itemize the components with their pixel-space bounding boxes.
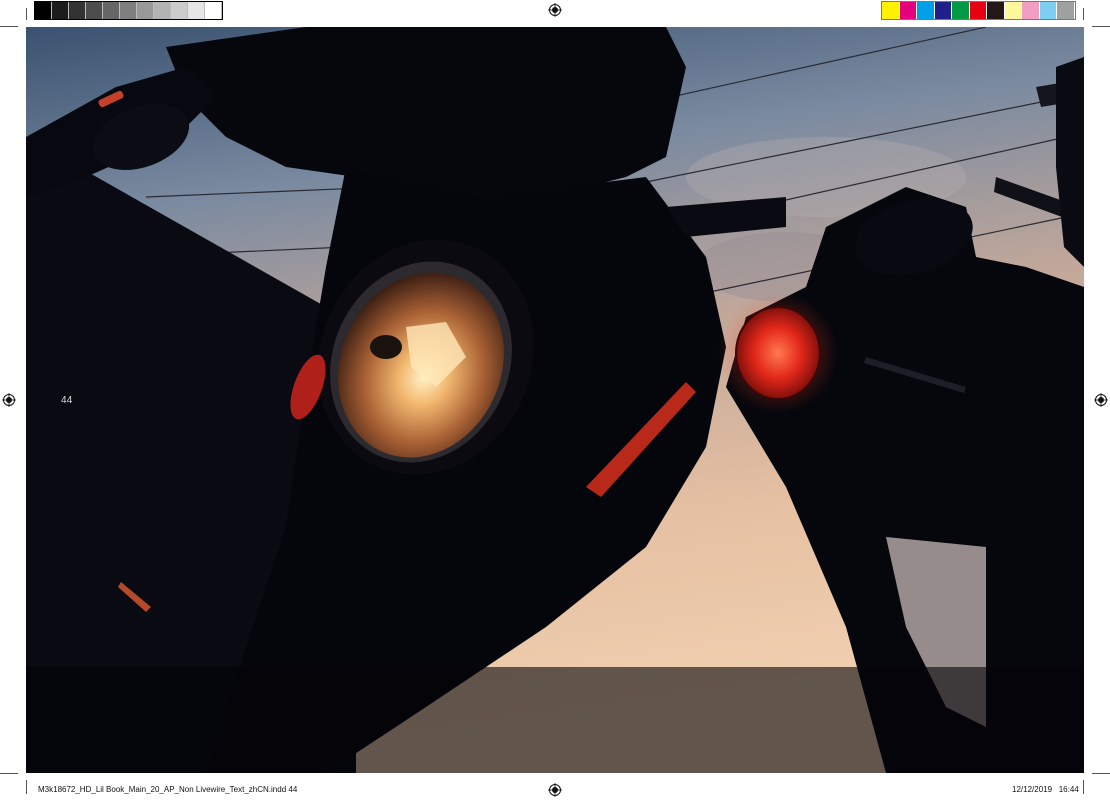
crop-mark	[1092, 26, 1110, 27]
color-swatch	[934, 2, 952, 19]
color-swatch	[917, 2, 935, 19]
color-swatch	[899, 2, 917, 19]
gray-swatch	[103, 2, 120, 19]
crop-mark	[0, 773, 18, 774]
gray-swatch	[35, 2, 52, 19]
color-swatch	[1039, 2, 1057, 19]
page-number: 44	[61, 395, 73, 406]
color-swatch	[1004, 2, 1022, 19]
gray-swatch	[52, 2, 69, 19]
color-swatch	[1022, 2, 1040, 19]
color-swatch	[882, 2, 900, 19]
gray-swatch	[188, 2, 205, 19]
gray-swatch	[137, 2, 154, 19]
crop-mark	[26, 8, 27, 20]
gray-swatch	[205, 2, 222, 19]
slug-file-info: M3k18672_HD_Lil Book_Main_20_AP_Non Live…	[38, 785, 298, 794]
registration-mark-left-icon	[2, 393, 16, 407]
crop-mark	[1083, 780, 1084, 794]
color-swatch	[969, 2, 987, 19]
slug-time: 16:44	[1058, 785, 1079, 794]
color-swatch	[952, 2, 970, 19]
gray-swatch	[154, 2, 171, 19]
crop-mark	[1092, 773, 1110, 774]
grayscale-color-bar	[34, 1, 223, 20]
crop-mark	[0, 26, 18, 27]
motorcycle-dusk-photo	[26, 27, 1084, 773]
gray-swatch	[171, 2, 188, 19]
crop-mark	[26, 780, 27, 794]
color-swatch	[987, 2, 1005, 19]
gray-swatch	[120, 2, 137, 19]
registration-mark-bottom-icon	[548, 783, 562, 797]
crop-mark	[1083, 8, 1084, 20]
registration-mark-right-icon	[1094, 393, 1108, 407]
gray-swatch	[69, 2, 86, 19]
gray-swatch	[86, 2, 103, 19]
color-swatch	[1057, 2, 1075, 19]
slug-date: 12/12/2019	[1012, 785, 1053, 794]
cmyk-color-bar	[881, 1, 1076, 20]
registration-mark-top-icon	[548, 3, 562, 17]
slug-timestamp: 12/12/2019 16:44	[1012, 785, 1079, 794]
